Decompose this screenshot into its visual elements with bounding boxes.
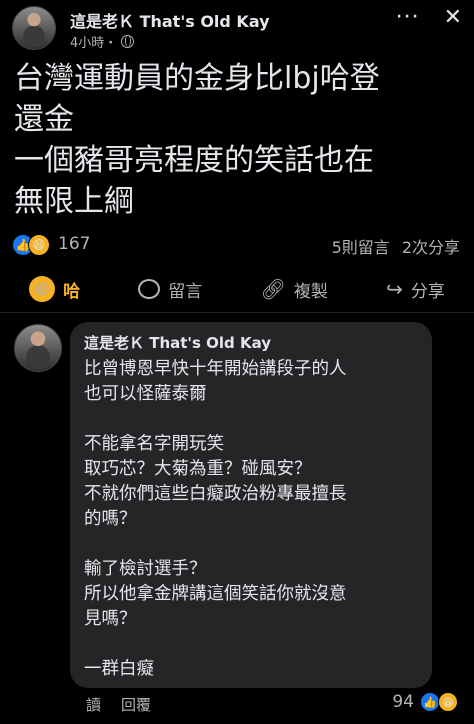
haha-icon: 😆 <box>28 234 50 256</box>
comment-reactions[interactable]: 94 👍 😆 <box>392 692 458 712</box>
comments-count[interactable]: 5則留言 <box>332 234 390 258</box>
author-avatar[interactable] <box>12 6 56 50</box>
comment-line <box>84 632 418 657</box>
comment-read-button[interactable]: 讀 <box>86 694 101 715</box>
comment-icon <box>138 279 161 299</box>
comment-line: 見嗎？ <box>84 609 137 629</box>
comment-body: 比曾博恩早快十年開始講段子的人 也可以怪薩泰爾 不能拿名字開玩笑 取巧芯？大菊為… <box>84 357 418 682</box>
comment-line: 的嗎？ <box>84 509 137 529</box>
haha-icon: 😆 <box>29 276 56 302</box>
reaction-summary: 👍 😆 167 5則留言 2次分享 <box>12 232 462 260</box>
comment-line: 不就你們這些白癡政治粉專最擅長 <box>84 484 347 504</box>
comment-author-avatar[interactable] <box>14 324 62 372</box>
comment-line <box>84 532 418 557</box>
comment-line: 一群白癡 <box>84 659 154 679</box>
more-icon[interactable]: ··· <box>396 7 420 29</box>
engagement-counts: 5則留言 2次分享 <box>332 234 460 258</box>
copy-label: 複製 <box>293 281 328 302</box>
reaction-icons[interactable]: 👍 😆 <box>12 234 50 256</box>
share-label: 分享 <box>410 281 445 302</box>
post-author-name[interactable]: 這是老Ｋ That's Old Kay <box>70 8 270 32</box>
globe-icon <box>121 35 135 48</box>
share-icon: ↪ <box>386 277 403 301</box>
comment-line: 取巧芯？大菊為重？碰風安？ <box>84 459 312 479</box>
post-action-bar: 😆 哈 留言 🔗︎ 複製 ↪ 分享 <box>0 266 474 312</box>
header-actions: ··· ✕ <box>396 7 462 29</box>
haha-reaction-button[interactable]: 😆 哈 <box>29 276 80 302</box>
comment-reply-button[interactable]: 回覆 <box>121 694 151 715</box>
comment-button[interactable]: 留言 <box>138 277 202 302</box>
share-button[interactable]: ↪ 分享 <box>386 277 445 302</box>
shares-count[interactable]: 2次分享 <box>402 234 460 258</box>
comment-line: 輸了檢討選手？ <box>84 559 207 579</box>
comment-bubble[interactable]: 這是老Ｋ That's Old Kay 比曾博恩早快十年開始講段子的人 也可以怪… <box>70 322 432 688</box>
comment-line: 比曾博恩早快十年開始講段子的人 <box>84 359 347 379</box>
comment-line <box>84 407 418 432</box>
post-text-line: 台灣運動員的金身比lbj哈登 <box>14 61 380 96</box>
haha-label: 哈 <box>63 281 81 302</box>
comment-line: 不能拿名字開玩笑 <box>84 434 224 454</box>
comment-line: 所以他拿金牌講這個笑話你就沒意 <box>84 584 347 604</box>
reaction-count[interactable]: 167 <box>58 234 90 254</box>
post-time[interactable]: 4小時・ <box>70 32 117 51</box>
comment-author-name[interactable]: 這是老Ｋ That's Old Kay <box>84 332 418 353</box>
post-header: 這是老Ｋ That's Old Kay 4小時・ ··· ✕ <box>12 6 462 51</box>
comment-reaction-count: 94 <box>392 692 414 712</box>
comment-line: 也可以怪薩泰爾 <box>84 384 207 404</box>
divider <box>0 312 474 313</box>
close-icon[interactable]: ✕ <box>444 7 462 29</box>
post-meta: 4小時・ <box>70 32 135 51</box>
copy-icon: 🔗︎ <box>260 277 286 301</box>
post-text-line: 一個豬哥亮程度的笑話也在 <box>14 143 374 178</box>
comment-footer: 讀 回覆 <box>86 694 151 715</box>
post-text-line: 還金 <box>14 102 74 137</box>
haha-icon: 😆 <box>438 692 458 712</box>
copy-button[interactable]: 🔗︎ 複製 <box>261 277 328 302</box>
like-icon: 👍 <box>420 692 440 712</box>
comment-label: 留言 <box>168 281 203 302</box>
post-text-line: 無限上綱 <box>14 184 134 219</box>
post-text: 台灣運動員的金身比lbj哈登 還金 一個豬哥亮程度的笑話也在 無限上綱 <box>14 58 464 222</box>
